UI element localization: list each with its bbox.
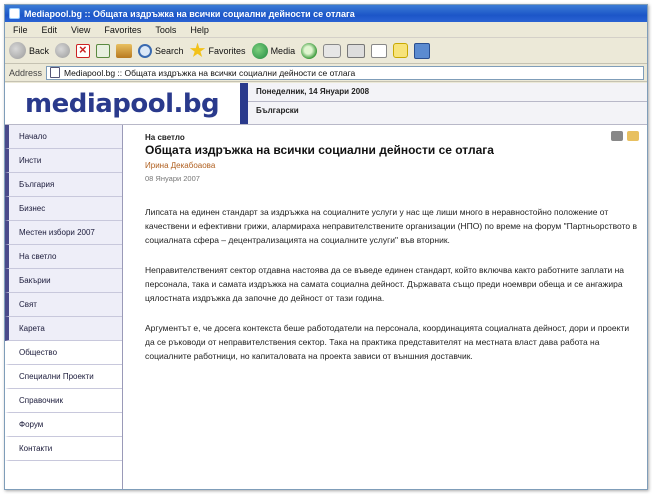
email-icon[interactable]: [627, 131, 639, 141]
research-button[interactable]: [414, 42, 431, 59]
menu-view[interactable]: View: [71, 25, 90, 35]
menu-help[interactable]: Help: [190, 25, 209, 35]
favorites-button[interactable]: Favorites: [189, 42, 246, 59]
address-value: Mediapool.bg :: Общата издръжка на всичк…: [64, 67, 356, 78]
article: На светло Общата издръжка на всички соци…: [123, 125, 647, 489]
menu-file[interactable]: File: [13, 25, 28, 35]
menu-edit[interactable]: Edit: [42, 25, 58, 35]
edit-button[interactable]: [371, 43, 388, 58]
mail-button[interactable]: [323, 43, 342, 58]
sidebar-item-contacts[interactable]: Контакти: [5, 437, 122, 461]
browser-window: Mediapool.bg :: Общата издръжка на всичк…: [4, 4, 648, 490]
messenger-button[interactable]: [393, 43, 409, 58]
print-button[interactable]: [347, 43, 366, 58]
sidebar-item-business[interactable]: Бизнес: [5, 197, 122, 221]
page-viewport: mediapool.bg Понеделник, 14 Януари 2008 …: [5, 83, 647, 489]
article-date: 08 Януари 2007: [145, 174, 200, 183]
menu-bar: File Edit View Favorites Tools Help: [5, 22, 647, 38]
sidebar-item-in-the-open[interactable]: На светло: [5, 245, 122, 269]
sidebar-item-home[interactable]: Начало: [5, 125, 122, 149]
back-label: Back: [29, 45, 50, 56]
article-paragraph: Неправителственият сектор отдавна настоя…: [145, 265, 625, 303]
header-language[interactable]: Български: [248, 102, 647, 124]
address-field[interactable]: Mediapool.bg :: Общата издръжка на всичк…: [46, 65, 644, 80]
favorites-label: Favorites: [208, 45, 246, 56]
forward-button[interactable]: [55, 43, 71, 58]
article-author[interactable]: Ирина Декабоаова: [145, 161, 637, 170]
sidebar-item-section[interactable]: Бакърии: [5, 269, 122, 293]
menu-tools[interactable]: Tools: [155, 25, 176, 35]
sidebar-item-forum[interactable]: Форум: [5, 413, 122, 437]
menu-favorites[interactable]: Favorites: [104, 25, 141, 35]
sidebar-nav: Начало Инсти България Бизнес Местен избо…: [5, 125, 123, 489]
stop-button[interactable]: [76, 42, 91, 58]
media-button[interactable]: Media: [251, 42, 296, 59]
header-info: Понеделник, 14 Януари 2008 Български: [248, 83, 647, 124]
address-label: Address: [9, 67, 43, 78]
article-paragraph: Аргументът е, че досега контекста беше р…: [145, 323, 630, 361]
article-headline: Общата издръжка на всички социални дейно…: [145, 143, 494, 157]
header-divider: [240, 83, 248, 124]
star-icon: [189, 42, 206, 58]
sidebar-item-elections[interactable]: Местен избори 2007: [5, 221, 122, 245]
window-title: Mediapool.bg :: Общата издръжка на всичк…: [24, 8, 355, 19]
print-icon[interactable]: [611, 131, 623, 141]
site-logo[interactable]: mediapool.bg: [5, 83, 240, 124]
home-button[interactable]: [116, 43, 133, 58]
search-label: Search: [155, 45, 184, 56]
address-bar: Address Mediapool.bg :: Общата издръжка …: [5, 64, 647, 82]
back-icon: [9, 42, 26, 59]
media-label: Media: [270, 45, 296, 56]
title-bar[interactable]: Mediapool.bg :: Общата издръжка на всичк…: [5, 5, 647, 22]
sidebar-item-bulgaria[interactable]: България: [5, 173, 122, 197]
article-paragraph: Липсата на единен стандарт за издръжка н…: [145, 207, 637, 245]
sidebar-item-world[interactable]: Свят: [5, 293, 122, 317]
back-button[interactable]: Back: [9, 42, 49, 59]
sidebar-item-special-projects[interactable]: Специални Проекти: [5, 365, 122, 389]
article-section[interactable]: На светло: [145, 133, 637, 142]
page-icon: [50, 67, 61, 78]
sidebar-item-karetа[interactable]: Карета: [5, 317, 122, 341]
search-button[interactable]: Search: [138, 43, 184, 58]
history-button[interactable]: [301, 42, 318, 59]
search-icon: [138, 43, 153, 58]
toolbar: Back Search Favorites Media: [5, 38, 647, 64]
sidebar-item-directory[interactable]: Справочник: [5, 389, 122, 413]
sidebar-item-news[interactable]: Инсти: [5, 149, 122, 173]
site-header: mediapool.bg Понеделник, 14 Януари 2008 …: [5, 83, 647, 125]
header-date: Понеделник, 14 Януари 2008: [248, 83, 647, 102]
media-icon: [251, 42, 268, 59]
page-body: Начало Инсти България Бизнес Местен избо…: [5, 125, 647, 489]
ie-icon: [9, 8, 20, 19]
sidebar-item-society[interactable]: Общество: [5, 341, 122, 365]
refresh-button[interactable]: [96, 43, 111, 58]
article-tools: [611, 131, 639, 141]
